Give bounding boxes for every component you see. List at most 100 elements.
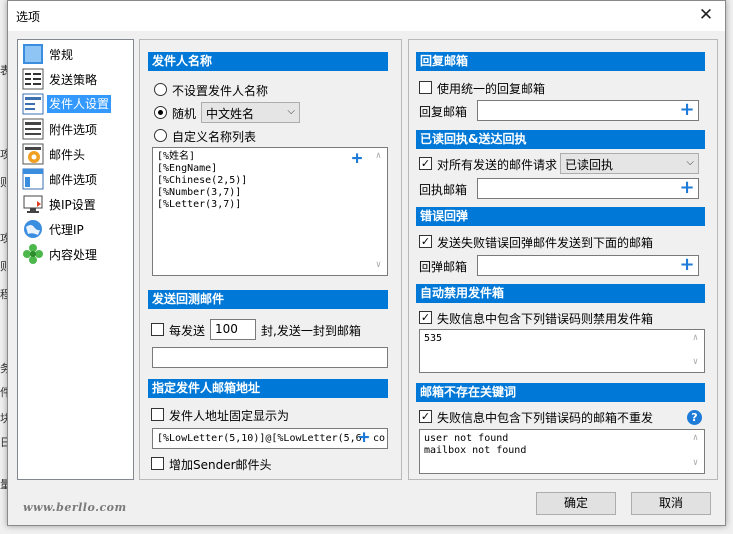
mail-options-icon: [22, 168, 44, 190]
strategy-icon: [22, 68, 44, 90]
nav-item-attachment[interactable]: 附件选项: [22, 117, 130, 141]
list-line: [%Letter(3,7)]: [157, 199, 242, 210]
list-line: user not found: [424, 433, 509, 444]
section-header-sender-name: 发件人名称: [148, 52, 388, 71]
mail-header-icon: [22, 143, 44, 165]
checkbox-label: 增加Sender邮件头: [169, 458, 272, 472]
chevron-down-icon: ⌵: [287, 106, 295, 117]
field-label: 回执邮箱: [419, 183, 468, 197]
radio-custom-name-list[interactable]: [154, 129, 167, 142]
nav-item-ip-switch[interactable]: 换IP设置: [22, 192, 130, 216]
sender-address-pattern-input[interactable]: [%LowLetter(5,10)]@[%LowLetter(5,6 + co: [152, 428, 388, 449]
nav-item-mail-header[interactable]: 邮件头: [22, 142, 130, 166]
nav-item-general[interactable]: 常规: [22, 42, 130, 66]
receipt-type-select[interactable]: 已读回执 ⌵: [560, 153, 699, 174]
checkbox-label: 发送失败错误回弹邮件发送到下面的邮箱: [437, 236, 654, 250]
section-header-reply: 回复邮箱: [416, 52, 705, 71]
radio-label: 自定义名称列表: [172, 130, 257, 144]
add-sender-header-checkbox[interactable]: [151, 457, 164, 470]
scroll-down-icon[interactable]: ∨: [687, 457, 704, 471]
no-resend-checkbox[interactable]: ✓: [419, 410, 432, 423]
window-title: 选项: [16, 10, 41, 24]
section-header-auto-disable: 自动禁用发件箱: [416, 284, 705, 303]
input-value: [%LowLetter(5,10)]@[%LowLetter(5,6: [157, 433, 362, 444]
sender-icon: [22, 93, 44, 115]
fixed-sender-address-checkbox[interactable]: [151, 408, 164, 421]
nav-item-content[interactable]: 内容处理: [22, 242, 130, 266]
nav-item-mail-options[interactable]: 邮件选项: [22, 167, 130, 191]
nav-label: 常规: [49, 48, 74, 62]
list-line: 535: [424, 333, 443, 344]
checkbox-label: 发件人地址固定显示为: [169, 409, 290, 423]
field-label: 回复邮箱: [419, 105, 468, 119]
add-name-plus-icon[interactable]: +: [349, 150, 365, 168]
add-pattern-plus-icon[interactable]: +: [356, 429, 372, 447]
add-reply-plus-icon[interactable]: +: [679, 101, 695, 119]
nav-label: 附件选项: [49, 123, 98, 137]
add-receipt-plus-icon[interactable]: +: [679, 179, 695, 197]
nav-label: 邮件头: [49, 148, 86, 162]
attachment-icon: [22, 118, 44, 140]
test-mail-interval-input[interactable]: 100: [210, 319, 256, 340]
content-puzzle-icon: [23, 244, 43, 264]
test-mail-address-input[interactable]: [152, 347, 388, 368]
request-receipt-checkbox[interactable]: ✓: [419, 157, 432, 170]
scroll-down-icon[interactable]: ∨: [687, 356, 704, 370]
options-nav: 常规 发送策略 发件人设置 附件选项 邮件头 邮件选项 换IP设置 代理IP 内…: [17, 39, 134, 480]
reply-settings-panel: 回复邮箱 使用统一的回复邮箱 回复邮箱 + 已读回执&送达回执 ✓ 对所有发送的…: [408, 39, 718, 480]
nav-item-sender[interactable]: 发件人设置: [22, 92, 130, 116]
nav-label: 代理IP: [49, 223, 84, 237]
keywords-textarea[interactable]: user not found mailbox not found ∧ ∨: [419, 429, 705, 474]
ip-switch-icon: [23, 195, 43, 213]
scrollbar[interactable]: ∧ ∨: [687, 330, 704, 372]
unified-reply-checkbox[interactable]: [419, 81, 432, 94]
section-header-test-mail: 发送回测邮件: [148, 290, 388, 309]
cancel-button[interactable]: 取消: [631, 492, 711, 515]
chevron-down-icon: ⌵: [686, 157, 694, 168]
scroll-up-icon[interactable]: ∧: [687, 432, 704, 446]
ok-button[interactable]: 确定: [536, 492, 616, 515]
checkbox-label: 每发送: [169, 324, 206, 338]
nav-item-strategy[interactable]: 发送策略: [22, 67, 130, 91]
scrollbar[interactable]: ∧ ∨: [370, 148, 387, 275]
nav-label: 发件人设置: [47, 95, 112, 113]
checkbox-label: 对所有发送的邮件请求: [437, 158, 558, 172]
options-dialog: 选项 ✕ 常规 发送策略 发件人设置 附件选项 邮件头 邮件选项 换IP设置 代…: [7, 0, 726, 526]
list-line: mailbox not found: [424, 445, 527, 456]
checkbox-label: 使用统一的回复邮箱: [437, 82, 546, 96]
help-icon[interactable]: ?: [687, 410, 702, 425]
title-bar: 选项 ✕: [8, 1, 725, 31]
add-bounce-plus-icon[interactable]: +: [679, 256, 695, 274]
checkbox-label: 失败信息中包含下列错误码则禁用发件箱: [437, 312, 654, 326]
close-icon[interactable]: ✕: [695, 4, 717, 26]
nav-label: 内容处理: [49, 248, 98, 262]
scrollbar[interactable]: ∧ ∨: [687, 430, 704, 473]
radio-no-sender-name[interactable]: [154, 83, 167, 96]
checkbox-label: 失败信息中包含下列错误码的邮箱不重发: [437, 411, 654, 425]
section-header-no-mailbox: 邮箱不存在关键词: [416, 383, 705, 402]
scroll-up-icon[interactable]: ∧: [370, 150, 387, 164]
section-header-sender-address: 指定发件人邮箱地址: [148, 379, 388, 398]
radio-label: 随机: [172, 107, 197, 121]
receipt-email-input[interactable]: +: [477, 178, 699, 199]
nav-item-proxy[interactable]: 代理IP: [22, 217, 130, 241]
nav-label: 邮件选项: [49, 173, 98, 187]
forward-bounce-checkbox[interactable]: ✓: [419, 235, 432, 248]
field-label: 回弹邮箱: [419, 260, 468, 274]
list-line: [%Number(3,7)]: [157, 187, 242, 198]
scroll-up-icon[interactable]: ∧: [687, 332, 704, 346]
radio-label: 不设置发件人名称: [172, 84, 269, 98]
proxy-globe-icon: [24, 220, 42, 238]
radio-random-sender-name[interactable]: [154, 106, 167, 119]
interval-suffix-label: 封,发送一封到邮箱: [261, 324, 361, 338]
list-line: [%Chinese(2,5)]: [157, 175, 248, 186]
reply-email-input[interactable]: +: [477, 100, 699, 121]
send-test-mail-checkbox[interactable]: [151, 323, 164, 336]
disable-codes-textarea[interactable]: 535 ∧ ∨: [419, 329, 705, 373]
auto-disable-checkbox[interactable]: ✓: [419, 311, 432, 324]
custom-name-list[interactable]: [%姓名] [%EngName] [%Chinese(2,5)] [%Numbe…: [152, 147, 388, 276]
bounce-email-input[interactable]: +: [477, 255, 699, 276]
scroll-down-icon[interactable]: ∨: [370, 259, 387, 273]
section-header-read-receipt: 已读回执&送达回执: [416, 130, 705, 149]
random-name-type-select[interactable]: 中文姓名 ⌵: [201, 102, 300, 123]
